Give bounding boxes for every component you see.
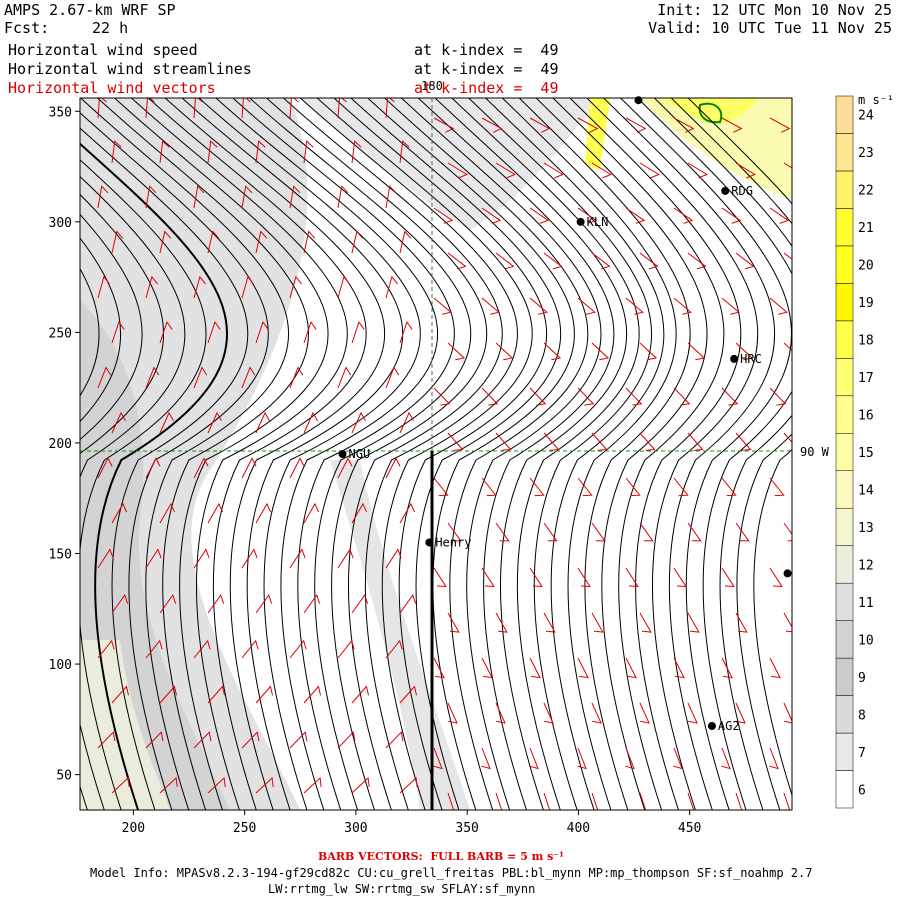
colorbar-label: 7 bbox=[858, 746, 866, 761]
x-tick-label: 200 bbox=[122, 821, 145, 836]
colorbar-swatch bbox=[835, 507, 854, 546]
physics-info: LW:rrtmg_lw SW:rrtmg_sw SFLAY:sf_mynn bbox=[268, 882, 536, 896]
colorbar-label: 12 bbox=[858, 558, 874, 573]
model-info: Model Info: MPASv8.2.3-194-gf29cd82c CU:… bbox=[90, 866, 813, 880]
colorbar-label: 23 bbox=[858, 146, 874, 161]
colorbar-label: 18 bbox=[858, 334, 874, 349]
colorbar-label: 17 bbox=[858, 371, 874, 386]
colorbar-swatch bbox=[835, 620, 854, 659]
x-tick-label: 250 bbox=[233, 821, 256, 836]
colorbar-swatch bbox=[835, 320, 854, 359]
x-tick-label: 450 bbox=[678, 821, 701, 836]
y-tick-label: 150 bbox=[49, 548, 72, 563]
colorbar-swatch bbox=[835, 695, 854, 734]
colorbar-swatch bbox=[835, 208, 854, 247]
y-tick-label: 250 bbox=[49, 326, 72, 341]
colorbar-swatch bbox=[835, 170, 854, 209]
colorbar-label: 21 bbox=[858, 221, 874, 236]
station-marker bbox=[730, 354, 739, 363]
station-marker bbox=[425, 538, 434, 547]
colorbar-swatch bbox=[835, 395, 854, 434]
colorbar-label: 13 bbox=[858, 521, 874, 536]
meridian-90w-label: 90 W bbox=[800, 445, 830, 459]
plot-area bbox=[80, 98, 792, 810]
meridian-180-label: 180 bbox=[421, 79, 443, 93]
colorbar-label: 10 bbox=[858, 633, 874, 648]
colorbar-label: 14 bbox=[858, 483, 874, 498]
station-marker bbox=[634, 96, 643, 105]
station-label: HRC bbox=[740, 352, 762, 366]
colorbar-label: 6 bbox=[858, 783, 866, 798]
colorbar-swatch bbox=[835, 95, 854, 134]
x-tick-label: 400 bbox=[567, 821, 590, 836]
colorbar-swatch bbox=[835, 283, 854, 322]
station-label: Henry bbox=[435, 535, 471, 549]
colorbar-swatch bbox=[835, 732, 854, 771]
y-tick-label: 100 bbox=[49, 658, 72, 673]
colorbar-label: 24 bbox=[858, 109, 874, 124]
colorbar-swatch bbox=[835, 770, 854, 809]
x-tick-label: 350 bbox=[455, 821, 478, 836]
y-tick-label: 300 bbox=[49, 216, 72, 231]
station-label: AG2 bbox=[718, 719, 740, 733]
station-marker bbox=[707, 721, 716, 730]
wind-map-plot: 200 250 300 350 400 450 50 100 150 200 250 300 350 18… bbox=[49, 79, 895, 836]
barb-legend: BARB VECTORS: FULL BARB = 5 m s⁻¹ bbox=[318, 850, 564, 863]
colorbar-swatch bbox=[835, 245, 854, 284]
colorbar-swatch bbox=[835, 358, 854, 397]
colorbar-label: 19 bbox=[858, 296, 874, 311]
colorbar-swatch bbox=[835, 133, 854, 172]
colorbar-label: 8 bbox=[858, 708, 866, 723]
colorbar-label: 9 bbox=[858, 671, 866, 686]
y-tick-label: 350 bbox=[49, 105, 72, 120]
station-marker bbox=[576, 217, 585, 226]
station-marker bbox=[721, 186, 730, 195]
station-label: NGU bbox=[349, 447, 371, 461]
colorbar-label: 11 bbox=[858, 596, 874, 611]
colorbar-label: 20 bbox=[858, 259, 874, 274]
station-marker bbox=[338, 450, 347, 458]
colorbar-swatch bbox=[835, 657, 854, 696]
colorbar-swatch bbox=[835, 582, 854, 621]
colorbar-unit: m s⁻¹ bbox=[858, 93, 894, 107]
station-label: KLN bbox=[587, 215, 609, 229]
station-marker bbox=[783, 569, 792, 578]
chart-figure: AMPS 2.67-km WRF SP Init: 12 UTC Mon 10 … bbox=[0, 0, 900, 900]
colorbar-label: 15 bbox=[858, 446, 874, 461]
x-tick-label: 300 bbox=[344, 821, 367, 836]
y-tick-label: 50 bbox=[56, 769, 72, 784]
colorbar-swatch bbox=[835, 545, 854, 584]
colorbar-label: 16 bbox=[858, 409, 874, 424]
colorbar-swatch bbox=[835, 470, 854, 509]
colorbar-swatch bbox=[835, 433, 854, 471]
y-tick-label: 200 bbox=[49, 437, 72, 452]
colorbar-label: 22 bbox=[858, 184, 874, 199]
station-label: RDG bbox=[731, 184, 753, 198]
